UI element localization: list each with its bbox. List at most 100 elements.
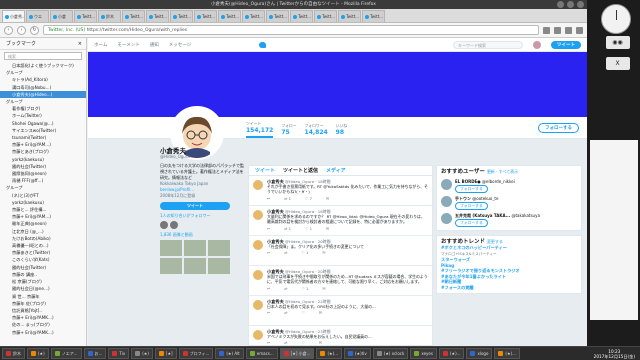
media-thumb[interactable]	[160, 240, 182, 256]
reply-icon[interactable]: ↩	[267, 196, 270, 201]
sidebar-bookmark-item[interactable]: 國的社会日(@ne...)	[0, 285, 86, 292]
known-followers-link[interactable]: 1人の知り合いがフォロワー	[160, 213, 245, 219]
address-bar[interactable]: Twitter, Inc. (US) https://twitter.com/H…	[43, 25, 539, 35]
follower-avatar[interactable]	[160, 221, 168, 229]
sidebar-bookmark-item[interactable]: 國的社会(Twitter)	[0, 163, 86, 170]
sidebar-bookmark-item[interactable]: 京藤の 講座..	[0, 271, 86, 278]
sidebar-bookmark-item[interactable]: yorkz(kaekusu)	[0, 199, 86, 206]
tweet[interactable]: 小倉秀夫 @Hideo_Ogura · 20時間 米国では刑事を手続き中間取引が関…	[249, 266, 432, 296]
back-icon[interactable]: ‹	[4, 25, 13, 35]
sidebar-bookmark-item[interactable]: 京藤年 佐(ブログ)	[0, 300, 86, 307]
recommended-user-avatar[interactable]	[441, 195, 452, 207]
sidebar-bookmark-item[interactable]: yorkz(kaekusu)	[0, 156, 86, 163]
sidebar-bookmark-item[interactable]: 國的社会(Twitter)	[0, 264, 86, 271]
tweet[interactable]: 小倉秀夫 @Hideo_Ogura · 18時間 それが手書き投票用紙です。RT …	[249, 176, 432, 206]
retweet-icon[interactable]: ⇄	[284, 250, 287, 255]
sidebar-bookmark-item[interactable]: サイエンスwo(Twitter)	[0, 127, 86, 134]
sidebar-bookmark-item[interactable]: tsunami(Twitter)	[0, 134, 86, 141]
account-avatar[interactable]	[533, 40, 541, 49]
tweet[interactable]: 小倉秀夫 @Hideo_Ogura · 23時間 アベノミクスが失敗の結果をお伝え…	[249, 326, 432, 346]
stat-followers[interactable]: フォロワー 14,824	[305, 123, 328, 138]
taskbar-item[interactable]: (★) Alt	[215, 348, 244, 359]
sidebar-bookmark-item[interactable]: 溝口寿司(@Nobu...)	[0, 84, 86, 91]
trends-change[interactable]: 変更する	[487, 239, 503, 244]
sidebar-bookmark-item[interactable]: 松 京藤(ブログ)	[0, 278, 86, 285]
sidebar-bookmark-item[interactable]: キトラ(Ad_Kitora)	[0, 76, 86, 83]
follow-recommended-button[interactable]: フォローする	[455, 219, 488, 227]
sidebar-bookmark-item[interactable]: 京藤とあき(ブログ)	[0, 148, 86, 155]
sidebar-bookmark-item[interactable]: 小倉秀夫(@Hideo...)	[0, 90, 86, 99]
browser-tab[interactable]: Twitt...	[146, 10, 169, 22]
media-thumb[interactable]	[160, 258, 182, 274]
like-icon[interactable]: ♡	[301, 340, 304, 345]
home-icon[interactable]	[565, 26, 572, 34]
taskbar-item[interactable]: (★)...	[438, 348, 465, 359]
tweet[interactable]: 小倉秀夫 @Hideo_Ogura · 22時間 日本人の話を初めて見ます。ORS…	[249, 296, 432, 326]
xlogo-icon[interactable]: X	[605, 57, 630, 70]
system-clock[interactable]: 10:23 2017年12月15日(金)	[594, 349, 638, 359]
close-icon[interactable]	[577, 1, 584, 8]
sidebar-bookmark-item[interactable]: 日本語化(よく使うブックマーク)	[0, 62, 86, 69]
media-thumb[interactable]	[184, 240, 206, 256]
media-thumb[interactable]	[208, 240, 230, 256]
stat-following[interactable]: フォロー 75	[281, 123, 296, 138]
sidebar-bookmark-item[interactable]: グループ	[0, 184, 86, 191]
sidebar-bookmark-item[interactable]: 京藤あきと(Twitter)	[0, 249, 86, 256]
maximize-icon[interactable]	[567, 1, 574, 8]
media-link[interactable]: 1,836 画像と動画	[160, 232, 245, 238]
nav-moments[interactable]: モーメント	[117, 42, 139, 48]
tab-tweets[interactable]: ツイート	[255, 166, 275, 175]
profile-handle[interactable]: @Hideo_Ogura	[160, 154, 245, 160]
browser-tab[interactable]: Twitt...	[170, 10, 193, 22]
stat-tweets[interactable]: ツイート 154,172	[246, 121, 274, 138]
browser-tab[interactable]: Twitt...	[218, 10, 241, 22]
follower-avatar[interactable]	[170, 221, 178, 229]
taskbar-item[interactable]: (★)...	[316, 348, 342, 359]
browser-tab[interactable]: 小倉秀...	[2, 10, 25, 22]
trend-item[interactable]: #フォースの覚醒	[441, 285, 577, 291]
retweet-icon[interactable]: ⇄	[284, 310, 287, 315]
retweet-icon[interactable]: ⇄ 1	[284, 226, 291, 231]
media-thumb[interactable]	[184, 258, 206, 274]
taskbar-item[interactable]: xeyes	[410, 348, 437, 359]
taskbar-item[interactable]: (★) xclock	[372, 348, 409, 359]
browser-tab[interactable]: Twitt...	[122, 10, 145, 22]
like-icon[interactable]: ♡ 1	[301, 286, 308, 291]
sidebar-bookmark-item[interactable]: 著作権(ブログ)	[0, 105, 86, 112]
sidebar-bookmark-item[interactable]: 雨樋 FFF(@ff...)	[0, 177, 86, 184]
tweet-avatar[interactable]	[253, 330, 263, 340]
xeyes-icon[interactable]: ◉◉	[605, 36, 630, 49]
reload-icon[interactable]: ↻	[30, 25, 39, 35]
message-icon[interactable]: ✉	[322, 250, 325, 255]
who-to-follow-refresh[interactable]: 更新 · すべて表示	[487, 169, 518, 174]
follow-recommended-button[interactable]: フォローする	[455, 202, 488, 210]
recommended-user-name[interactable]: 手トウン	[455, 196, 471, 201]
nav-messages[interactable]: メッセージ	[169, 42, 191, 48]
browser-tab[interactable]: Twitt...	[290, 10, 313, 22]
message-icon[interactable]: ✉	[319, 340, 322, 345]
reply-icon[interactable]: ↩	[267, 286, 270, 291]
browser-tab[interactable]: 鈴木	[98, 10, 121, 22]
browser-tab[interactable]: Twitt...	[242, 10, 265, 22]
browser-tab[interactable]: Twitt...	[74, 10, 97, 22]
like-icon[interactable]: ♡ 7	[305, 196, 312, 201]
browser-tab[interactable]: 小倉	[50, 10, 73, 22]
minimize-icon[interactable]	[557, 1, 564, 8]
tab-media[interactable]: メディア	[326, 166, 346, 175]
browser-tab[interactable]: Twitt...	[194, 10, 217, 22]
sidebar-bookmark-item[interactable]: 京藤+ Eri(@YAMK...)	[0, 314, 86, 321]
media-thumb[interactable]	[208, 258, 230, 274]
sidebar-bookmark-item[interactable]: Shohei Ogawa(@...)	[0, 120, 86, 127]
reply-icon[interactable]: ↩	[267, 226, 270, 231]
browser-tab[interactable]: Twitt...	[314, 10, 337, 22]
browser-tab[interactable]: ウエ	[26, 10, 49, 22]
nav-home[interactable]: ホーム	[94, 42, 107, 48]
reply-icon[interactable]: ↩	[267, 250, 270, 255]
sidebar-bookmark-item[interactable]: 高橋優一(昭との...)	[0, 242, 86, 249]
compose-tweet-button[interactable]: ツイート	[551, 40, 581, 49]
tweet-to-button[interactable]: ツイート	[160, 202, 230, 210]
message-icon[interactable]: ✉	[319, 310, 322, 315]
sidebar-bookmark-item[interactable]: 江北京日 (@_...)	[0, 228, 86, 235]
message-icon[interactable]: ✉	[326, 226, 329, 231]
taskbar-item[interactable]: [★] 小倉...	[279, 348, 315, 359]
